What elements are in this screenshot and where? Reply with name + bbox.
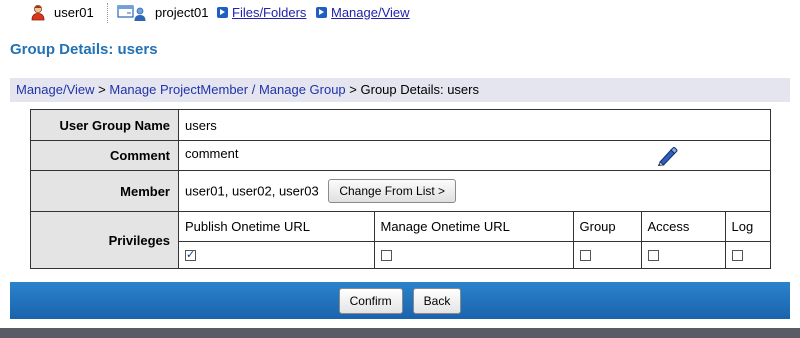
access-checkbox[interactable] xyxy=(647,250,659,262)
comment-label: Comment xyxy=(30,140,179,171)
group-name-value: users xyxy=(178,109,771,141)
pencil-icon[interactable] xyxy=(656,146,678,166)
privilege-cell xyxy=(724,240,770,268)
privilege-header-publish: Publish Onetime URL xyxy=(179,212,375,242)
publish-onetime-url-checkbox[interactable] xyxy=(185,248,196,262)
comment-cell: comment xyxy=(178,140,771,171)
member-cell: user01, user02, user03 Change From List … xyxy=(178,170,771,212)
privileges-header-row: Publish Onetime URL Manage Onetime URL G… xyxy=(179,212,770,242)
files-folders-link[interactable]: Files/Folders xyxy=(232,5,306,20)
member-label: Member xyxy=(30,170,179,212)
table-row: Privileges Publish Onetime URL Manage On… xyxy=(30,211,771,269)
privileges-label: Privileges xyxy=(30,211,179,269)
privilege-cell xyxy=(373,240,574,268)
table-row: Comment comment xyxy=(30,140,771,171)
breadcrumb-current: Group Details: users xyxy=(360,82,480,97)
group-name-label: User Group Name xyxy=(30,109,179,141)
project-icon xyxy=(117,5,146,21)
change-from-list-button[interactable]: Change From List > xyxy=(328,179,457,203)
table-row: User Group Name users xyxy=(30,109,771,141)
page-title: Group Details: users xyxy=(10,41,158,58)
arrow-right-icon xyxy=(316,7,327,18)
privileges-cell: Publish Onetime URL Manage Onetime URL G… xyxy=(178,211,771,269)
current-user: user01 xyxy=(54,5,94,20)
privilege-cell xyxy=(179,240,375,268)
privilege-cell xyxy=(640,240,726,268)
top-bar: user01 project01 Files/Folders Manage/Vi… xyxy=(0,0,800,28)
privilege-cell xyxy=(572,240,642,268)
bottom-strip xyxy=(0,328,800,338)
breadcrumb-separator: > xyxy=(345,82,361,97)
group-checkbox[interactable] xyxy=(579,250,591,262)
breadcrumb-manage-member-group[interactable]: Manage ProjectMember / Manage Group xyxy=(109,82,345,97)
table-row: Member user01, user02, user03 Change Fro… xyxy=(30,170,771,212)
confirm-button[interactable]: Confirm xyxy=(338,287,403,314)
privilege-header-group: Group xyxy=(572,212,642,242)
back-button[interactable]: Back xyxy=(412,287,462,314)
log-checkbox[interactable] xyxy=(731,250,743,262)
privileges-table: Publish Onetime URL Manage Onetime URL G… xyxy=(179,212,770,268)
privilege-header-access: Access xyxy=(640,212,726,242)
manage-view-link[interactable]: Manage/View xyxy=(331,5,410,20)
group-details-table: User Group Name users Comment comment Me… xyxy=(30,109,771,269)
breadcrumb: Manage/View > Manage ProjectMember / Man… xyxy=(10,78,790,102)
privileges-checkbox-row xyxy=(179,240,770,268)
arrow-right-icon xyxy=(217,7,228,18)
member-value: user01, user02, user03 xyxy=(185,183,319,199)
privilege-header-log: Log xyxy=(724,212,770,242)
current-project: project01 xyxy=(155,5,209,20)
manage-onetime-url-checkbox[interactable] xyxy=(380,250,392,262)
user-icon xyxy=(31,5,45,21)
breadcrumb-separator: > xyxy=(94,82,110,97)
action-bar: Confirm Back xyxy=(10,282,790,319)
breadcrumb-manage-view[interactable]: Manage/View xyxy=(16,82,95,97)
topbar-separator xyxy=(107,3,108,23)
privilege-header-manage: Manage Onetime URL xyxy=(373,212,574,242)
comment-value: comment xyxy=(185,145,239,161)
